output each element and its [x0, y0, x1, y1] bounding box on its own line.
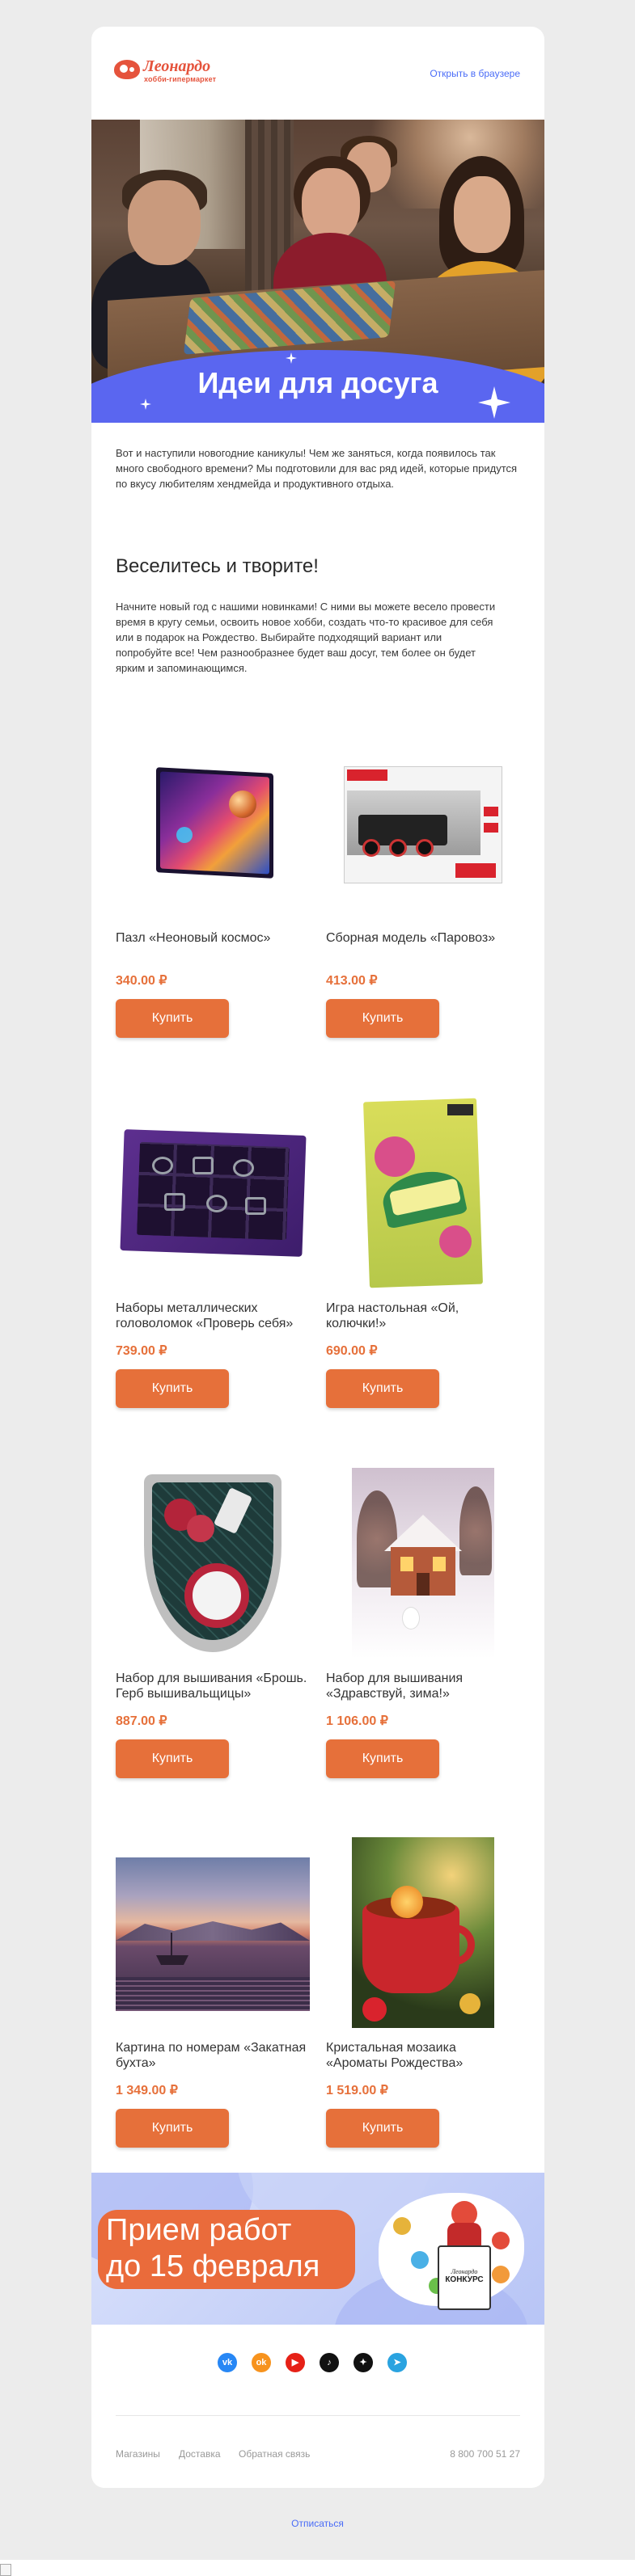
- phone-number[interactable]: 8 800 700 51 27: [450, 2448, 520, 2460]
- feedback-link[interactable]: Обратная связь: [239, 2448, 310, 2460]
- product-name[interactable]: Набор для вышивания «Здравствуй, зима!»: [326, 1671, 520, 1701]
- product-name[interactable]: Картина по номерам «Закатная бухта»: [116, 2040, 310, 2071]
- stores-link[interactable]: Магазины: [116, 2448, 160, 2460]
- product-image-sunset-bay[interactable]: [116, 1836, 310, 2030]
- product-image-brooch[interactable]: [116, 1466, 310, 1660]
- product-name[interactable]: Игра настольная «Ой, колючки!»: [326, 1301, 520, 1331]
- tiktok-icon[interactable]: ♪: [320, 2353, 339, 2372]
- product-name[interactable]: Сборная модель «Паровоз»: [326, 930, 520, 946]
- product-price: 340.00 ₽: [116, 974, 167, 988]
- product-price: 1 519.00 ₽: [326, 2084, 388, 2097]
- unsubscribe-link[interactable]: Отписаться: [0, 2518, 635, 2529]
- hero-title: Идеи для досуга: [197, 366, 438, 399]
- telegram-icon[interactable]: ➤: [387, 2353, 407, 2372]
- banner-line-1: Прием работ: [106, 2213, 292, 2247]
- product-name[interactable]: Кристальная мозаика «Ароматы Рождества»: [326, 2040, 520, 2071]
- contest-badge: Леонардо КОНКУРС: [438, 2245, 491, 2310]
- product-image-board-game[interactable]: [326, 1096, 520, 1290]
- youtube-icon[interactable]: ▶: [286, 2353, 305, 2372]
- buy-button[interactable]: Купить: [116, 1369, 229, 1408]
- social-links: vk ok ▶ ♪ ✦ ➤: [91, 2353, 544, 2377]
- delivery-link[interactable]: Доставка: [179, 2448, 221, 2460]
- product-price: 739.00 ₽: [116, 1344, 167, 1358]
- logo-name: Леонардо: [143, 57, 211, 75]
- footer-divider: [116, 2415, 520, 2416]
- product-image-winter-house[interactable]: [326, 1466, 520, 1660]
- buy-button[interactable]: Купить: [116, 999, 229, 1038]
- odnoklassniki-icon[interactable]: ok: [252, 2353, 271, 2372]
- product-name[interactable]: Пазл «Неоновый космос»: [116, 930, 310, 946]
- buy-button[interactable]: Купить: [326, 1739, 439, 1778]
- open-in-browser-link[interactable]: Открыть в браузере: [430, 68, 520, 79]
- product-price: 1 349.00 ₽: [116, 2084, 178, 2097]
- product-image-metal-puzzles[interactable]: [116, 1096, 310, 1290]
- buy-button[interactable]: Купить: [116, 2109, 229, 2148]
- palette-logo-icon: [114, 60, 140, 79]
- product-image-christmas-mug[interactable]: [326, 1836, 520, 2030]
- product-price: 413.00 ₽: [326, 974, 378, 988]
- email-card: Леонардо хобби-гипермаркет Открыть в бра…: [91, 27, 544, 2488]
- product-price: 690.00 ₽: [326, 1344, 378, 1358]
- intro-text: Вот и наступили новогодние каникулы! Чем…: [116, 447, 518, 490]
- product-price: 1 106.00 ₽: [326, 1714, 388, 1728]
- vk-icon[interactable]: vk: [218, 2353, 237, 2372]
- dzen-icon[interactable]: ✦: [353, 2353, 373, 2372]
- buy-button[interactable]: Купить: [326, 999, 439, 1038]
- buy-button[interactable]: Купить: [326, 1369, 439, 1408]
- contest-banner[interactable]: Прием работ до 15 февраля Леонардо КОНКУ…: [91, 2173, 544, 2325]
- hero-banner[interactable]: Идеи для досуга: [91, 120, 544, 423]
- bottom-strip: [0, 2560, 635, 2576]
- product-name[interactable]: Набор для вышивания «Брошь. Герб вышивал…: [116, 1671, 310, 1701]
- product-price: 887.00 ₽: [116, 1714, 167, 1728]
- product-name[interactable]: Наборы металлических головоломок «Провер…: [116, 1301, 310, 1331]
- buy-button[interactable]: Купить: [326, 2109, 439, 2148]
- email-header: Леонардо хобби-гипермаркет Открыть в бра…: [91, 27, 544, 120]
- product-image-locomotive-model[interactable]: [326, 726, 520, 920]
- tracking-image-icon: [0, 2564, 11, 2576]
- banner-line-2: до 15 февраля: [106, 2249, 320, 2283]
- product-image-puzzle[interactable]: [116, 726, 310, 920]
- logo-tagline: хобби-гипермаркет: [144, 75, 217, 83]
- section-title: Веселитесь и творите!: [116, 555, 319, 577]
- leonardo-logo[interactable]: Леонардо хобби-гипермаркет: [114, 57, 235, 90]
- section-text: Начните новый год с нашими новинками! С …: [116, 601, 496, 674]
- buy-button[interactable]: Купить: [116, 1739, 229, 1778]
